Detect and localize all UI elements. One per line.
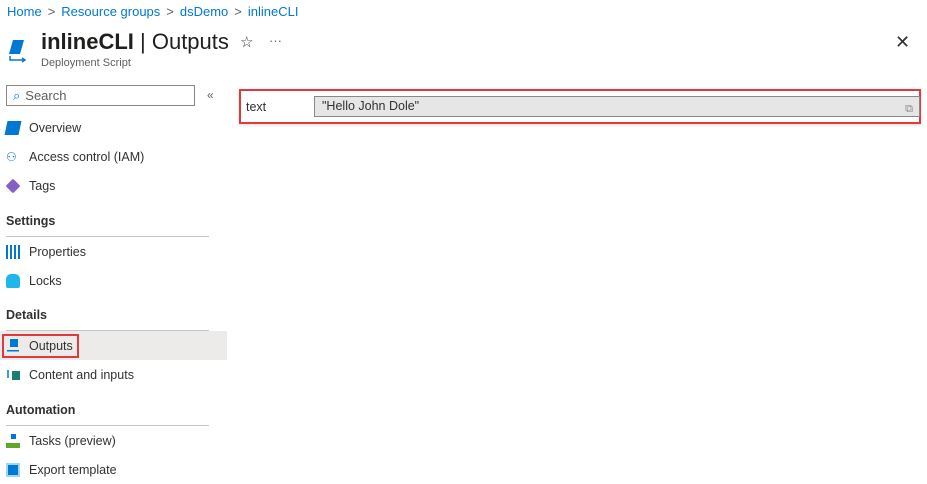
output-name: text (246, 100, 267, 114)
nav-overview[interactable]: Overview (0, 113, 227, 142)
lock-icon (6, 273, 20, 288)
breadcrumb-resource-groups[interactable]: Resource groups (61, 4, 160, 19)
copy-icon[interactable]: ⧉ (905, 100, 913, 119)
nav-tags[interactable]: Tags (0, 171, 227, 200)
export-template-icon (6, 462, 20, 477)
section-automation: Automation (6, 403, 76, 417)
people-icon: ⚇ (6, 149, 17, 164)
deployment-script-icon (9, 40, 27, 63)
breadcrumb-home[interactable]: Home (7, 4, 42, 19)
output-row: text "Hello John Dole" ⧉ (239, 89, 921, 124)
nav-access-control[interactable]: ⚇ Access control (IAM) (0, 142, 227, 171)
section-settings: Settings (6, 214, 56, 228)
output-value[interactable]: "Hello John Dole" ⧉ (314, 96, 920, 117)
breadcrumb-dsdemo[interactable]: dsDemo (180, 4, 228, 19)
tasks-icon (6, 433, 20, 448)
highlight-outputs (2, 334, 79, 358)
search-icon: ⌕ (13, 87, 21, 103)
nav-properties[interactable]: Properties (0, 237, 227, 266)
properties-icon (6, 244, 20, 259)
nav-tasks[interactable]: Tasks (preview) (0, 426, 227, 455)
page-title: inlineCLI | Outputs (41, 29, 229, 54)
search-input[interactable]: ⌕ Search (6, 85, 195, 106)
page-subtitle: Deployment Script (41, 57, 131, 69)
breadcrumb-inlinecli[interactable]: inlineCLI (248, 4, 299, 19)
star-icon[interactable]: ☆ (240, 33, 253, 51)
tag-icon (5, 178, 21, 193)
collapse-icon[interactable]: « (207, 88, 214, 102)
nav-locks[interactable]: Locks (0, 266, 227, 295)
close-icon[interactable]: ✕ (895, 32, 910, 53)
content-icon (6, 367, 20, 382)
nav-content-and-inputs[interactable]: Content and inputs (0, 360, 227, 389)
section-details: Details (6, 308, 47, 322)
breadcrumb: Home > Resource groups > dsDemo > inlineCLI (7, 4, 299, 19)
more-icon[interactable]: ··· (269, 33, 282, 48)
overview-icon (4, 120, 22, 135)
nav-export-template[interactable]: Export template (0, 455, 227, 484)
